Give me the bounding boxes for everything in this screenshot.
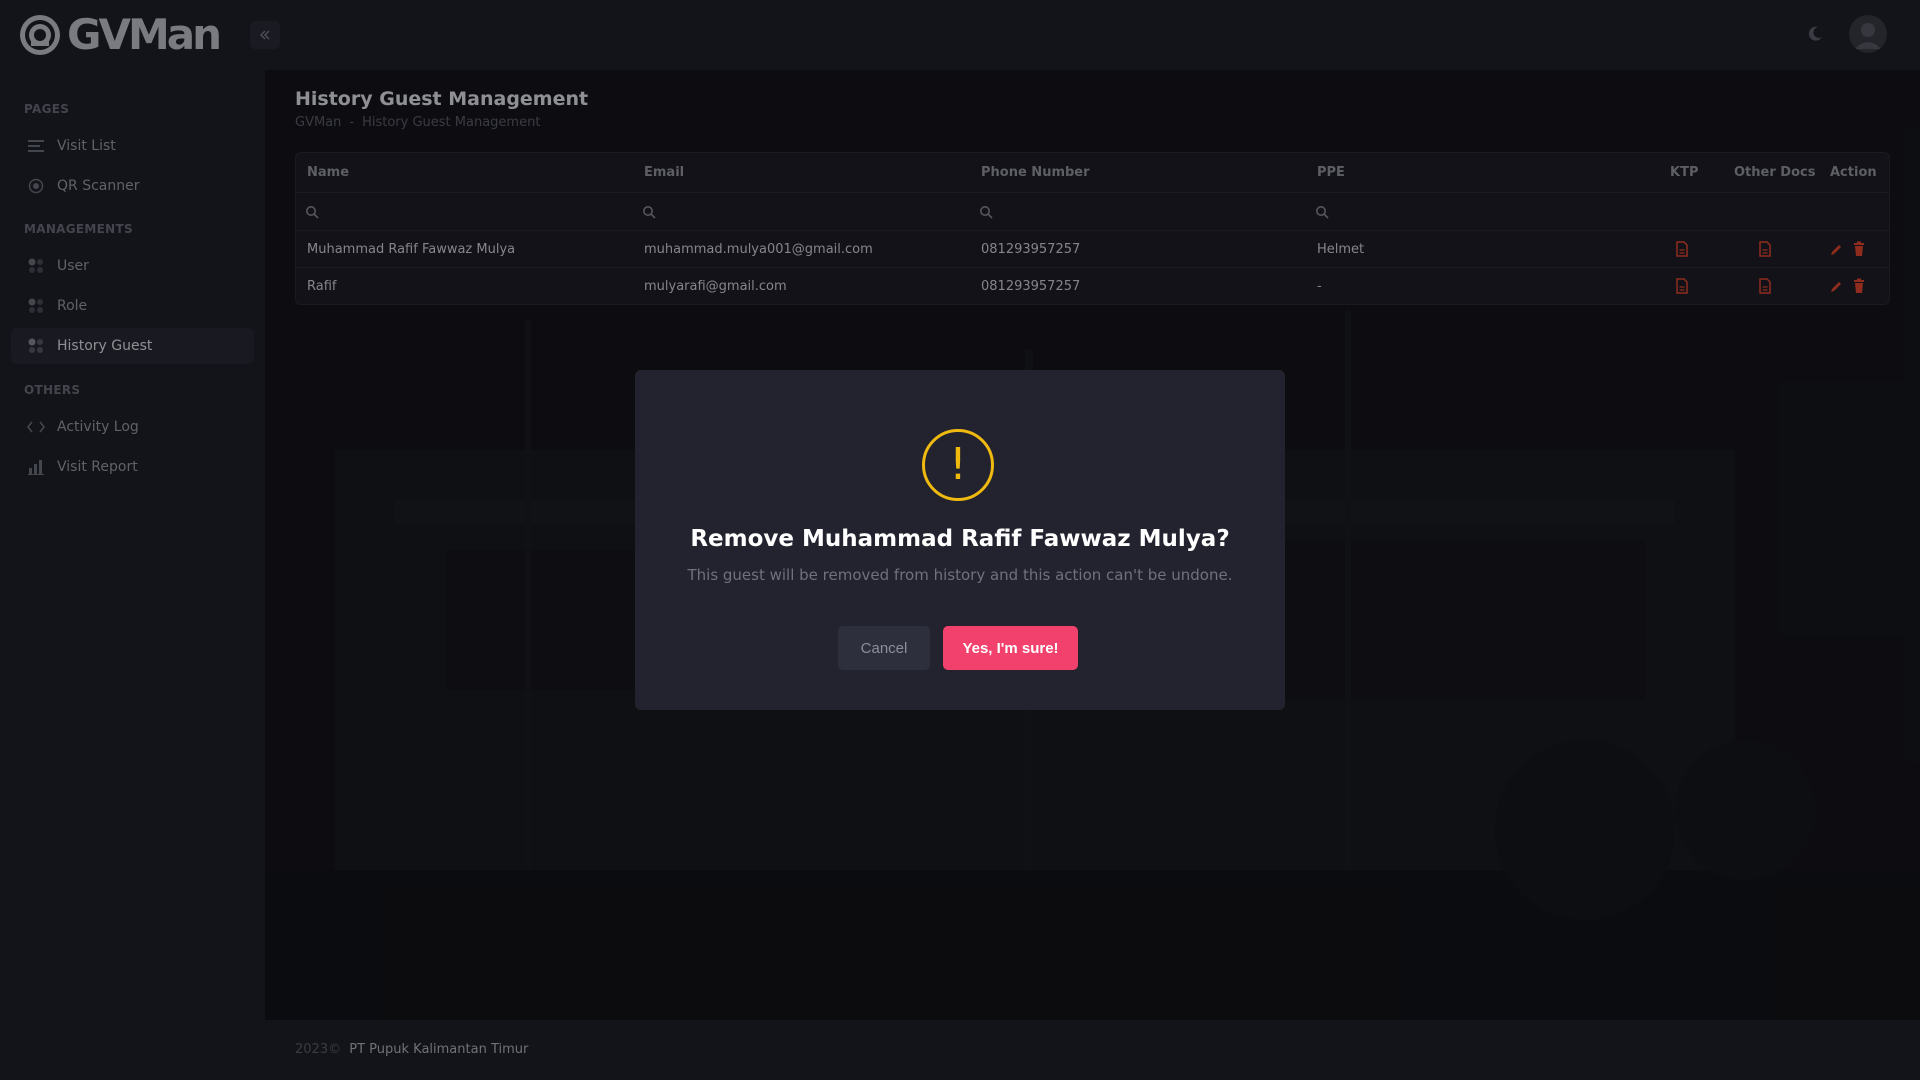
dialog-title: Remove Muhammad Rafif Fawwaz Mulya? [690, 526, 1230, 552]
confirm-remove-button[interactable]: Yes, I'm sure! [943, 626, 1078, 670]
confirm-delete-dialog: ! Remove Muhammad Rafif Fawwaz Mulya? Th… [635, 370, 1285, 710]
dialog-message: This guest will be removed from history … [687, 566, 1233, 584]
cancel-button[interactable]: Cancel [838, 626, 930, 670]
warning-icon: ! [922, 429, 994, 501]
